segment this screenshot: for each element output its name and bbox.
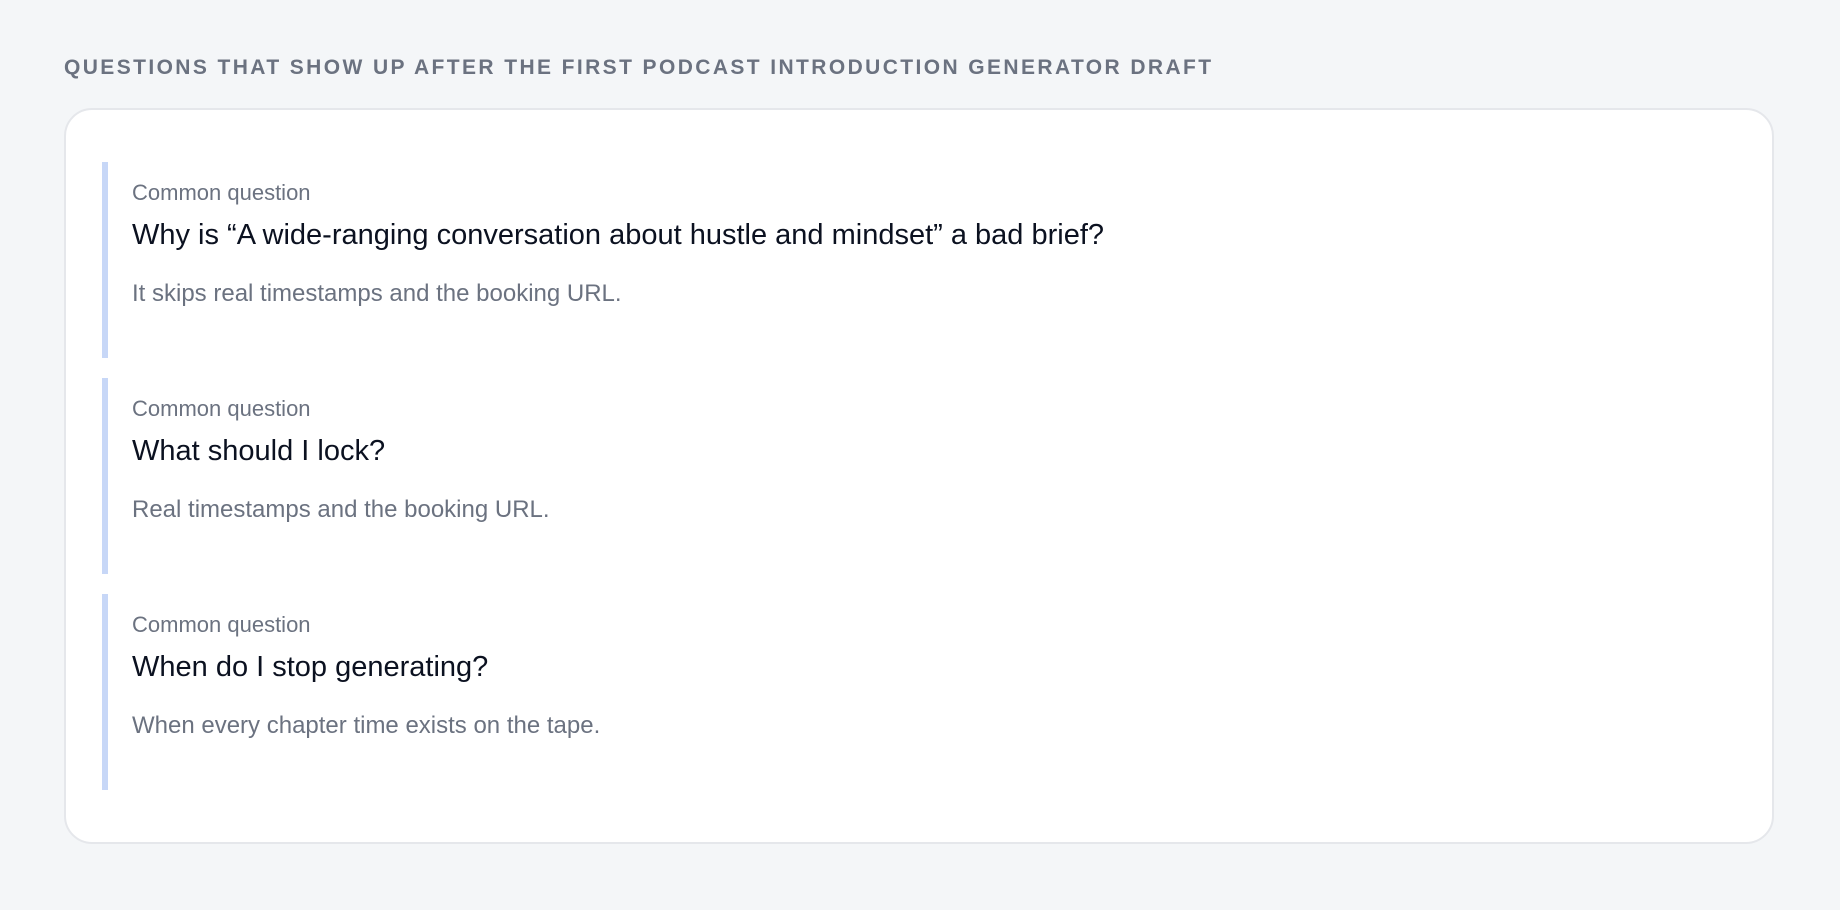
- faq-item: Common question Why is “A wide-ranging c…: [102, 162, 1736, 358]
- faq-kicker: Common question: [132, 396, 311, 421]
- faq-question: What should I lock?: [132, 435, 386, 467]
- faq-question: When do I stop generating?: [132, 651, 489, 683]
- faq-card: Common question Why is “A wide-ranging c…: [64, 108, 1774, 844]
- faq-item: Common question When do I stop generatin…: [102, 594, 1736, 790]
- faq-answer: It skips real timestamps and the booking…: [132, 280, 622, 307]
- section-heading: Questions that show up after the first p…: [64, 56, 1214, 79]
- faq-question: Why is “A wide-ranging conversation abou…: [132, 219, 1105, 251]
- faq-kicker: Common question: [132, 180, 311, 205]
- faq-kicker: Common question: [132, 612, 311, 637]
- faq-item: Common question What should I lock? Real…: [102, 378, 1736, 574]
- faq-answer: Real timestamps and the booking URL.: [132, 496, 550, 523]
- faq-list: Common question Why is “A wide-ranging c…: [102, 162, 1736, 790]
- faq-answer: When every chapter time exists on the ta…: [132, 712, 601, 739]
